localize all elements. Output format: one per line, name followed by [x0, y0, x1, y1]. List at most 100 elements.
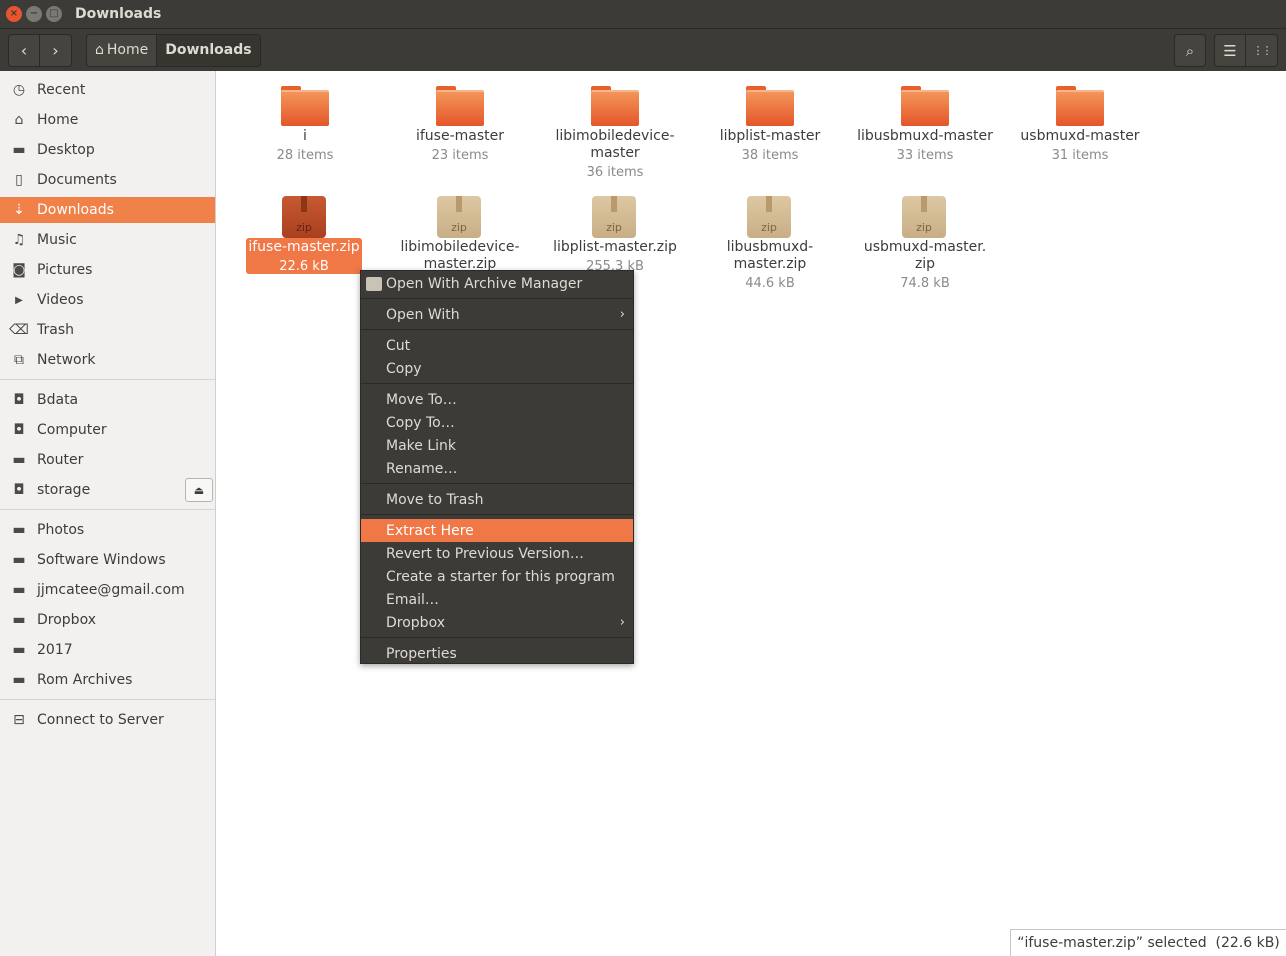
maximize-window-button[interactable]: □	[46, 6, 62, 22]
sidebar-item-documents[interactable]: ▯ Documents	[0, 167, 215, 193]
drive-icon: ◘	[13, 422, 25, 438]
home-icon: ⌂	[95, 42, 104, 58]
sidebar-item-label: Home	[37, 112, 79, 128]
sidebar-item-connect-to-server[interactable]: ⊟ Connect to Server	[0, 707, 215, 733]
sidebar-item-home[interactable]: ⌂ Home	[0, 107, 215, 133]
sidebar-item-label: Documents	[37, 172, 117, 188]
sidebar-item-recent[interactable]: ◷ Recent	[0, 77, 215, 103]
menu-item-label: Email…	[386, 591, 439, 608]
archive-icon: zip	[282, 196, 326, 238]
menu-item-label: Make Link	[386, 437, 456, 454]
menu-item-label: Cut	[386, 337, 411, 354]
menu-item-email[interactable]: Email…	[361, 588, 633, 611]
network-icon: ⧉	[14, 352, 24, 368]
server-icon: ⊟	[13, 712, 25, 728]
sidebar-item-music[interactable]: ♫ Music	[0, 227, 215, 253]
menu-separator	[361, 483, 633, 484]
path-home-button[interactable]: ⌂ Home	[86, 33, 158, 67]
sidebar-item-storage[interactable]: ◘ storage	[0, 477, 215, 503]
close-window-button[interactable]: ×	[6, 6, 22, 22]
folder-icon	[746, 86, 794, 126]
sidebar-item-bdata[interactable]: ◘ Bdata	[0, 387, 215, 413]
sidebar-item-pictures[interactable]: ◙ Pictures	[0, 257, 215, 283]
menu-item-label: Copy To…	[386, 414, 455, 431]
search-button[interactable]: ⌕	[1174, 34, 1206, 67]
menu-item-dropbox[interactable]: Dropbox ›	[361, 611, 633, 634]
menu-item-make-link[interactable]: Make Link	[361, 434, 633, 457]
sidebar-item-rom-archives[interactable]: ▬ Rom Archives	[0, 667, 215, 693]
sidebar-item-router[interactable]: ▬ Router	[0, 447, 215, 473]
sidebar-item-photos[interactable]: ▬ Photos	[0, 517, 215, 543]
menu-item-copy[interactable]: Copy	[361, 357, 633, 380]
menu-item-label: Rename…	[386, 460, 458, 477]
document-icon: ▯	[15, 172, 23, 188]
sidebar-item-label: Trash	[37, 322, 74, 338]
home-icon: ⌂	[14, 112, 24, 128]
sidebar-item-software-windows[interactable]: ▬ Software Windows	[0, 547, 215, 573]
file-name: ifuse-master	[415, 128, 505, 144]
menu-item-label: Create a starter for this program	[386, 568, 615, 585]
grid-view-button[interactable]: ⋮⋮	[1246, 34, 1278, 67]
menu-item-label: Copy	[386, 360, 422, 377]
sidebar-separator	[0, 379, 215, 380]
sidebar-item-label: Connect to Server	[37, 712, 164, 728]
menu-separator	[361, 383, 633, 384]
menu-item-label: Revert to Previous Version…	[386, 545, 584, 562]
chevron-right-icon: ›	[52, 40, 59, 60]
file-name-line1: usbmuxd-master.	[863, 239, 987, 255]
sidebar-item-label: Recent	[37, 82, 86, 98]
sidebar-item-videos[interactable]: ▶ Videos	[0, 287, 215, 313]
minimize-window-button[interactable]: −	[26, 6, 42, 22]
file-name-line1: libimobiledevice-	[555, 128, 675, 144]
sidebar-separator	[0, 509, 215, 510]
path-home-label: Home	[106, 42, 149, 58]
sidebar-item-label: Software Windows	[37, 552, 166, 568]
folder-icon: ▬	[12, 452, 26, 468]
menu-item-open-with[interactable]: Open With ›	[361, 303, 633, 326]
sidebar-item-label: Music	[37, 232, 77, 248]
folder-icon: ▬	[12, 582, 26, 598]
forward-button[interactable]: ›	[40, 33, 72, 67]
eject-button[interactable]: ⏏	[185, 478, 213, 502]
menu-item-create-starter[interactable]: Create a starter for this program	[361, 565, 633, 588]
file-meta: 28 items	[276, 148, 334, 163]
sidebar-item-label: Rom Archives	[37, 672, 133, 688]
file-name: ifuse-master.zip	[248, 239, 360, 255]
menu-item-move-to-trash[interactable]: Move to Trash	[361, 488, 633, 511]
path-current-button[interactable]: Downloads	[157, 33, 261, 67]
menu-item-properties[interactable]: Properties	[361, 642, 633, 665]
menu-item-copy-to[interactable]: Copy To…	[361, 411, 633, 434]
context-menu: Open With Archive Manager Open With › Cut…	[360, 270, 634, 664]
menu-item-rename[interactable]: Rename…	[361, 457, 633, 480]
archive-icon: zip	[592, 196, 636, 238]
sidebar-item-dropbox[interactable]: ▬ Dropbox	[0, 607, 215, 633]
sidebar-item-downloads[interactable]: ⇣ Downloads	[0, 197, 215, 223]
menu-item-open-with-archive-manager[interactable]: Open With Archive Manager	[361, 272, 633, 295]
drive-icon: ◘	[13, 392, 25, 408]
file-meta: 23 items	[431, 148, 489, 163]
sidebar-item-trash[interactable]: ⌫ Trash	[0, 317, 215, 343]
sidebar-item-desktop[interactable]: ▬ Desktop	[0, 137, 215, 163]
download-icon: ⇣	[13, 202, 25, 218]
folder-icon	[1056, 86, 1104, 126]
eject-icon: ⏏	[193, 483, 205, 497]
menu-item-revert[interactable]: Revert to Previous Version…	[361, 542, 633, 565]
menu-item-move-to[interactable]: Move To…	[361, 388, 633, 411]
file-meta: 74.8 kB	[900, 276, 950, 291]
sidebar-item-label: Router	[37, 452, 84, 468]
back-button[interactable]: ‹	[8, 33, 40, 67]
list-view-button[interactable]: ☰	[1214, 34, 1246, 67]
file-name-line2: master	[590, 145, 640, 161]
file-name-line1: libusbmuxd-	[726, 239, 814, 255]
menu-item-cut[interactable]: Cut	[361, 334, 633, 357]
menu-item-extract-here[interactable]: Extract Here	[361, 519, 633, 542]
sidebar-item-network[interactable]: ⧉ Network	[0, 347, 215, 373]
file-name: i	[303, 128, 307, 144]
sidebar-item-email[interactable]: ▬ jjmcatee@gmail.com	[0, 577, 215, 603]
sidebar-item-2017[interactable]: ▬ 2017	[0, 637, 215, 663]
folder-icon: ▬	[12, 552, 26, 568]
path-current-label: Downloads	[165, 42, 252, 58]
sidebar-item-computer[interactable]: ◘ Computer	[0, 417, 215, 443]
menu-item-label: Open With	[386, 306, 460, 323]
file-name-line1: libimobiledevice-	[400, 239, 520, 255]
